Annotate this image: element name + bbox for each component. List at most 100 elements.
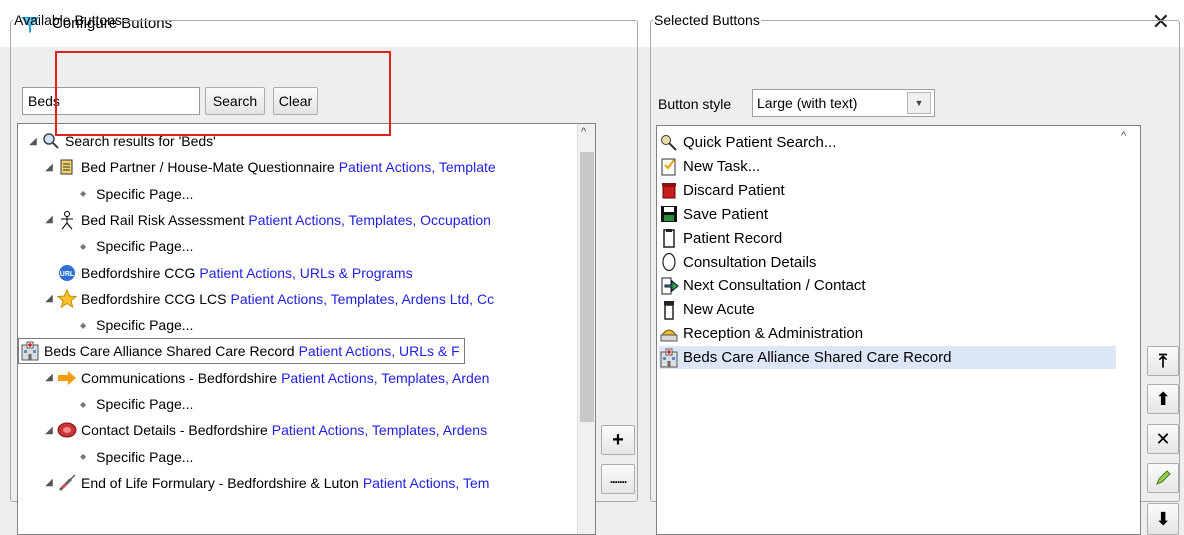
selection-frame: Beds Care Alliance Shared Care Record Pat…: [18, 338, 465, 365]
move-to-top-button[interactable]: ⤒: [1147, 346, 1179, 376]
questionnaire-icon: [56, 157, 78, 177]
tree-item-label: Bed Rail Risk Assessment: [81, 211, 245, 228]
hospital-icon: [659, 348, 679, 368]
selected-list-item[interactable]: Quick Patient Search...: [659, 131, 1118, 154]
tree-subitem-label: Specific Page...: [96, 396, 194, 412]
tree-subitem-specific-page[interactable]: ◆ Specific Page...: [80, 391, 193, 417]
selected-list-item[interactable]: New Acute: [659, 298, 1118, 321]
selected-list-item[interactable]: Discard Patient: [659, 179, 1118, 202]
bullet-icon: ◆: [80, 189, 87, 199]
tree-subitem-label: Specific Page...: [96, 185, 194, 202]
button-style-select[interactable]: Large (with text) ▼: [752, 89, 935, 117]
clear-button[interactable]: Clear: [273, 87, 318, 115]
bullet-icon: ◆: [80, 241, 87, 251]
scroll-up-icon[interactable]: ^: [1121, 130, 1126, 142]
available-buttons-tree[interactable]: ◢ Search results for 'Beds' ◢ Bed Partner /…: [17, 123, 596, 535]
collapse-arrow-icon[interactable]: ◢: [42, 425, 56, 436]
tree-item-selected[interactable]: Beds Care Alliance Shared Care Record Pat…: [18, 338, 465, 365]
available-buttons-legend: Available Buttons: [14, 12, 122, 28]
tree-subitem-specific-page[interactable]: ◆ Specific Page...: [80, 312, 193, 338]
selected-list-item[interactable]: Consultation Details: [659, 251, 1118, 274]
tree-item[interactable]: ◢ Bed Partner / House-Mate Questionnaire P…: [42, 154, 496, 180]
available-tree-scrollbar[interactable]: ^: [577, 124, 595, 534]
chevron-down-icon[interactable]: ▼: [907, 92, 931, 114]
tree-item[interactable]: ◢ Bed Rail Risk Assessment Patient Actions…: [42, 207, 491, 233]
remove-button[interactable]: .......: [601, 464, 635, 494]
delete-button[interactable]: ✕: [1147, 424, 1179, 454]
bullet-icon: ◆: [80, 320, 87, 330]
selected-item-label: Quick Patient Search...: [683, 134, 837, 151]
tree-subitem-specific-page[interactable]: ◆ Specific Page...: [80, 233, 193, 259]
consultation-icon: [659, 252, 679, 272]
selected-list-item[interactable]: Save Patient: [659, 203, 1118, 226]
move-down-button[interactable]: ⬇: [1147, 503, 1179, 535]
tree-item[interactable]: URL Bedfordshire CCG Patient Actions, URLs…: [42, 260, 413, 286]
selected-list-item[interactable]: Patient Record: [659, 227, 1118, 250]
search-icon: [40, 131, 62, 151]
selected-list-scrollbar[interactable]: ^: [1116, 126, 1138, 534]
bullet-icon: ◆: [80, 399, 87, 409]
next-consultation-icon: [659, 276, 679, 296]
edit-button[interactable]: [1147, 463, 1179, 493]
star-icon: [56, 288, 78, 309]
tree-item-categories: Patient Actions, Templates, Ardens Ltd, …: [230, 290, 495, 307]
selected-item-label: Reception & Administration: [683, 325, 864, 343]
selected-item-label: Beds Care Alliance Shared Care Record: [683, 349, 952, 367]
acute-icon: [659, 300, 679, 320]
search-input[interactable]: [22, 87, 200, 115]
tree-item-label: Bed Partner / House-Mate Questionnaire: [81, 159, 335, 176]
scroll-up-icon[interactable]: ^: [581, 126, 586, 138]
scrollbar-thumb[interactable]: [580, 152, 594, 422]
selected-item-label: New Task...: [683, 157, 761, 175]
collapse-arrow-icon[interactable]: ◢: [42, 477, 56, 488]
selected-list-item[interactable]: Reception & Administration: [659, 322, 1118, 345]
record-icon: [659, 228, 679, 248]
tree-item-label: Bedfordshire CCG LCS: [81, 290, 227, 307]
move-up-button[interactable]: ⬆: [1147, 384, 1179, 414]
tree-item-label: Beds Care Alliance Shared Care Record: [44, 343, 295, 360]
tree-subitem-specific-page[interactable]: ◆ Specific Page...: [80, 444, 193, 470]
add-button[interactable]: +: [601, 425, 635, 455]
tree-item-label: End of Life Formulary - Bedfordshire & L…: [81, 474, 359, 491]
selected-list-item[interactable]: Beds Care Alliance Shared Care Record: [659, 346, 1118, 370]
bullet-icon: ◆: [80, 452, 87, 462]
tree-item-categories: Patient Actions, Tem: [362, 474, 490, 491]
save-icon: [659, 204, 679, 224]
discard-icon: [659, 180, 679, 200]
selected-item-label: New Acute: [683, 301, 755, 319]
selected-list-item[interactable]: Next Consultation / Contact: [659, 274, 1118, 297]
selected-item-label: Save Patient: [683, 205, 769, 223]
svg-text:URL: URL: [60, 271, 75, 278]
tree-item[interactable]: ◢ End of Life Formulary - Bedfordshire & …: [42, 470, 489, 496]
selected-buttons-list[interactable]: Quick Patient Search... New Task... Discar…: [656, 125, 1141, 535]
button-style-label: Button style: [658, 96, 732, 112]
tree-item-label: Bedfordshire CCG: [81, 264, 196, 281]
tree-item-categories: Patient Actions, Templates, Arden: [281, 369, 490, 386]
selected-item-label: Patient Record: [683, 229, 783, 247]
collapse-arrow-icon[interactable]: ◢: [26, 136, 40, 147]
tree-item-categories: Patient Actions, Templates, Occupation: [248, 211, 491, 228]
search-button[interactable]: Search: [205, 87, 265, 115]
person-icon: [56, 210, 78, 230]
tree-item[interactable]: ◢ Contact Details - Bedfordshire Patient A…: [42, 417, 487, 443]
tree-subitem-label: Specific Page...: [96, 448, 194, 465]
collapse-arrow-icon[interactable]: ◢: [42, 162, 56, 173]
selected-list-item[interactable]: New Task...: [659, 155, 1118, 178]
tree-item-categories: Patient Actions, Template: [338, 159, 496, 176]
collapse-arrow-icon[interactable]: ◢: [42, 214, 56, 225]
collapse-arrow-icon[interactable]: ◢: [42, 293, 56, 304]
url-icon: URL: [56, 263, 78, 283]
hospital-icon: [19, 341, 41, 361]
tree-subitem-label: Specific Page...: [96, 238, 194, 255]
tree-subitem-specific-page[interactable]: ◆ Specific Page...: [80, 181, 193, 207]
reception-icon: [659, 324, 679, 344]
tree-item[interactable]: ◢ Communications - Bedfordshire Patient Ac…: [42, 365, 489, 391]
tree-item-label: Contact Details - Bedfordshire: [81, 422, 268, 439]
collapse-arrow-icon[interactable]: ◢: [42, 372, 56, 383]
tree-item-categories: Patient Actions, URLs & F: [298, 343, 460, 360]
tree-root-search-results[interactable]: ◢ Search results for 'Beds': [26, 128, 216, 154]
tree-item-categories: Patient Actions, URLs & Programs: [199, 264, 413, 281]
selected-item-label: Discard Patient: [683, 181, 785, 199]
tree-item[interactable]: ◢ Bedfordshire CCG LCS Patient Actions, Te…: [42, 286, 494, 312]
phone-icon: [56, 420, 78, 440]
